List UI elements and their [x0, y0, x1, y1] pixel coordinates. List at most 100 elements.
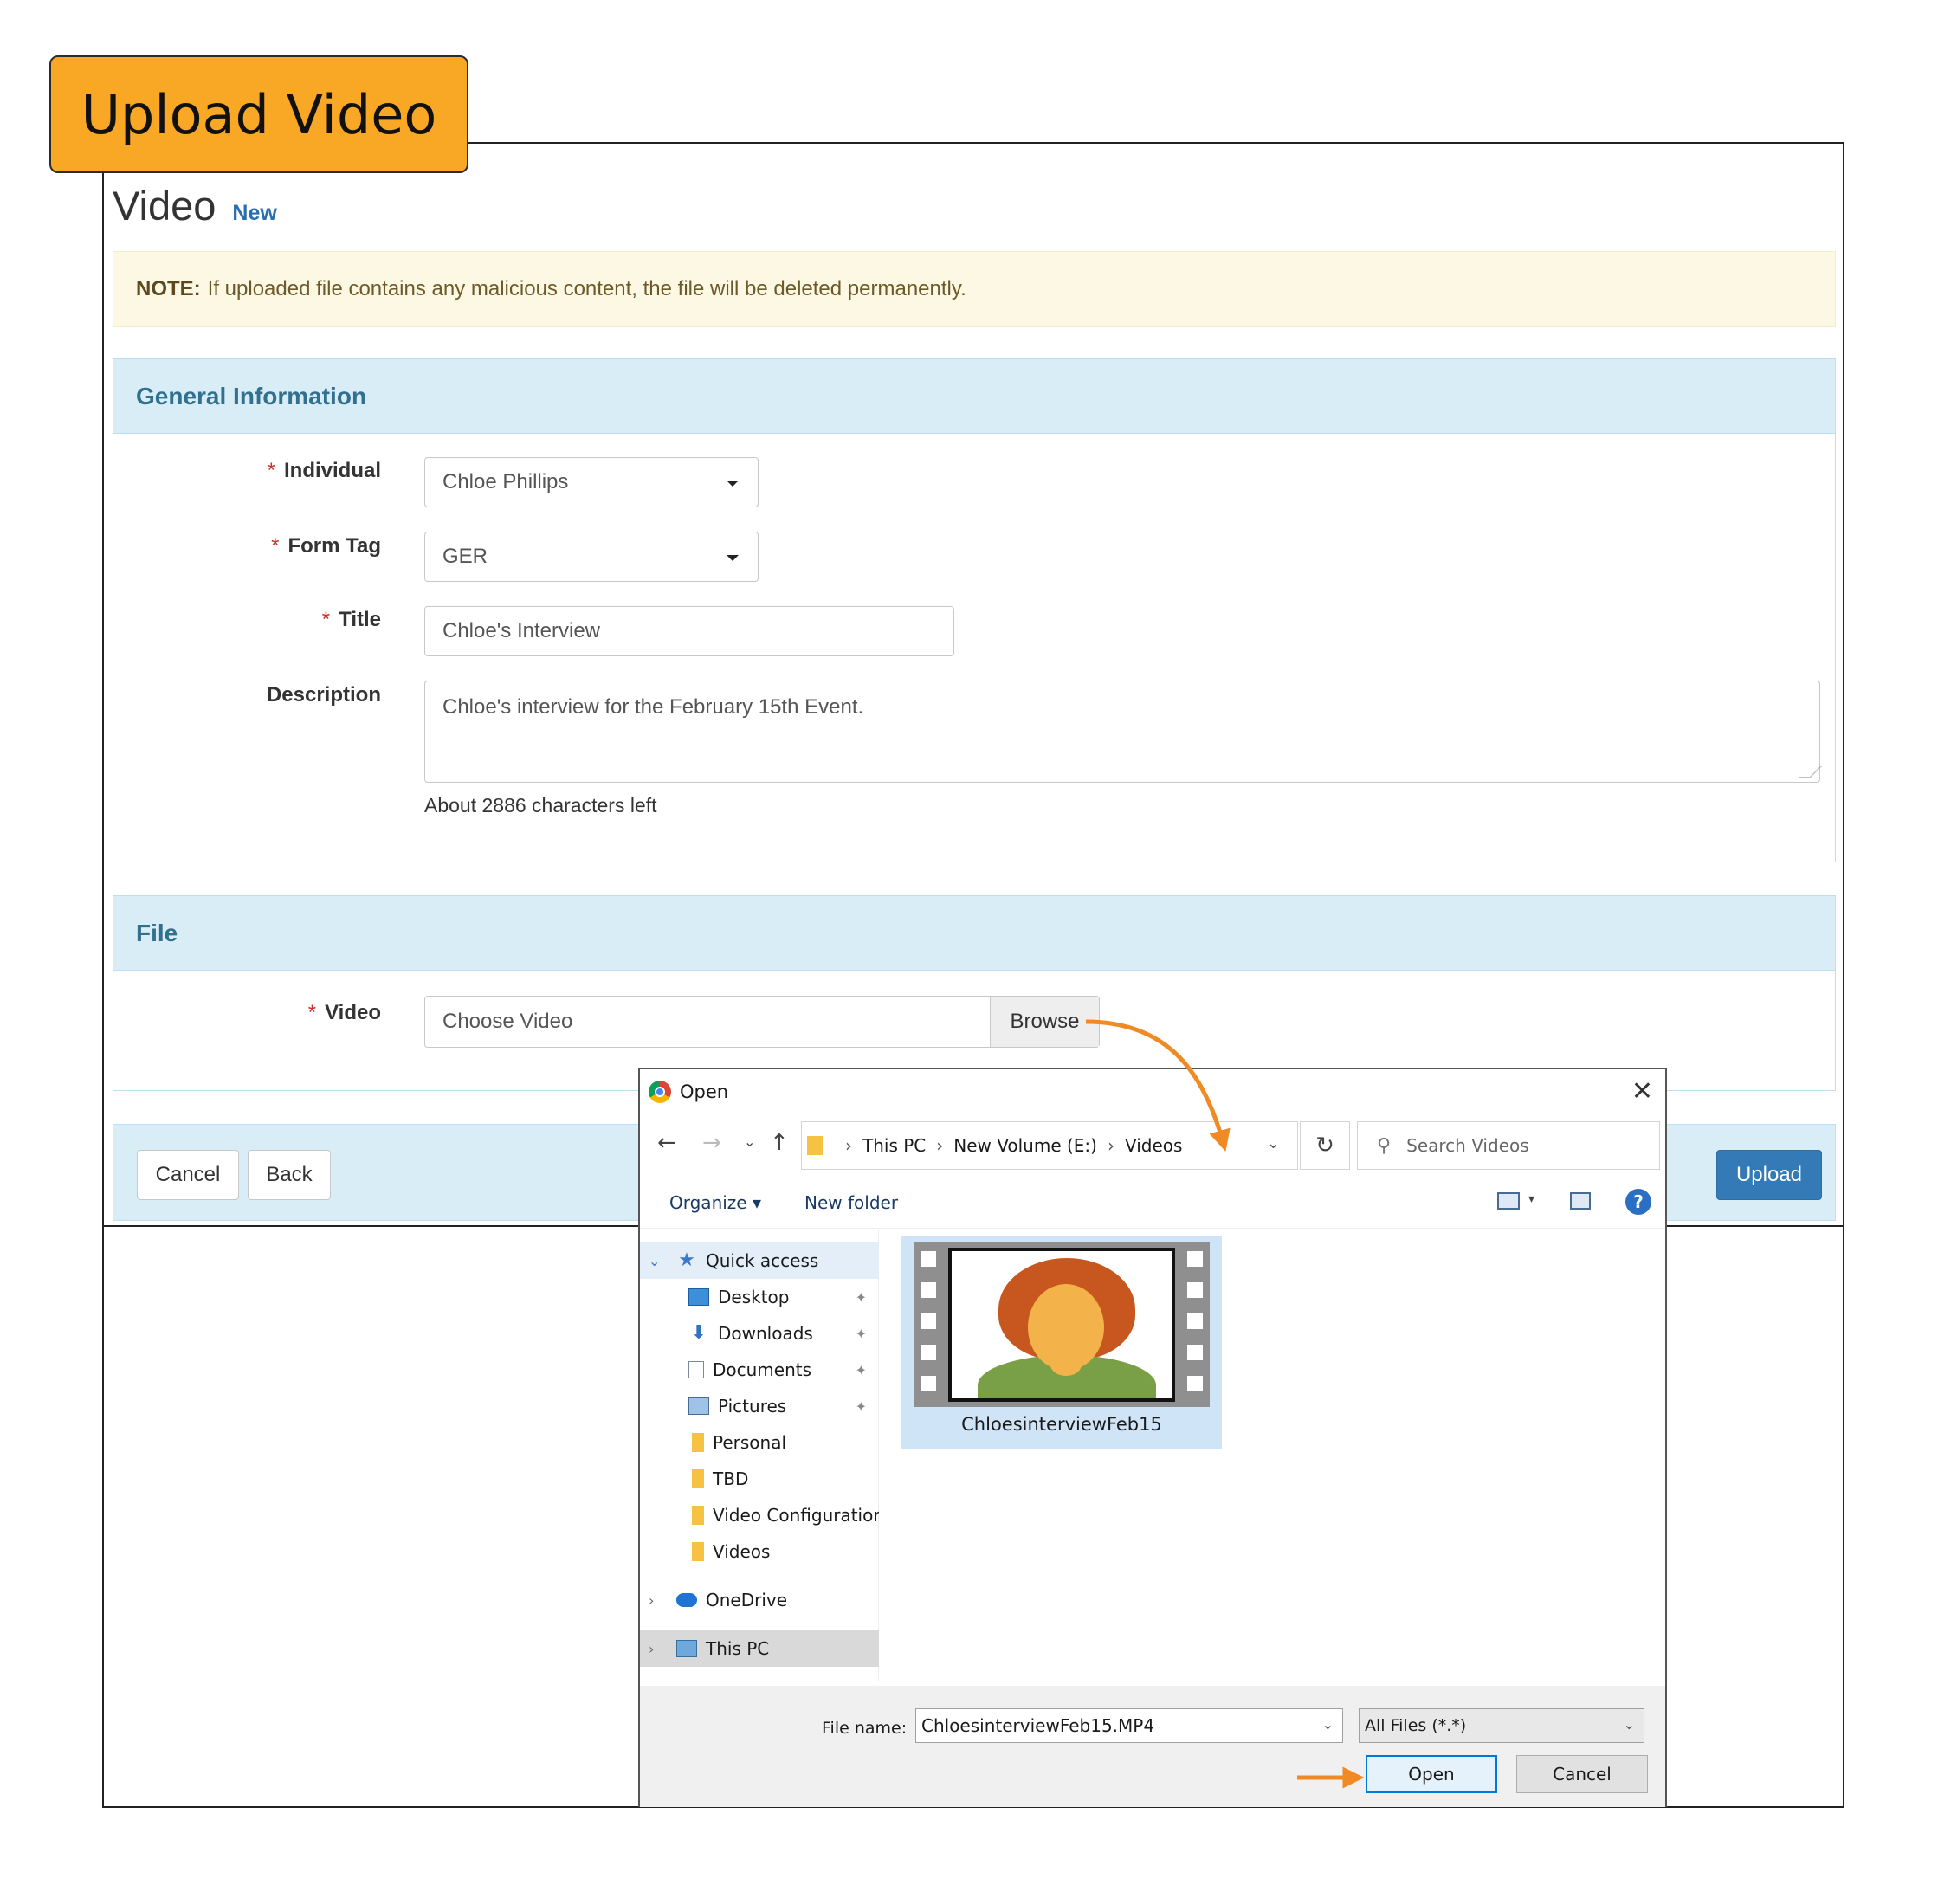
browse-button[interactable]: Browse: [990, 997, 1099, 1047]
video-file-item[interactable]: ChloesinterviewFeb15: [901, 1236, 1222, 1449]
new-folder-button[interactable]: New folder: [804, 1192, 898, 1213]
sidebar-item-quick-access[interactable]: ⌄ ★ Quick access: [640, 1242, 879, 1279]
sidebar-item-documents[interactable]: Documents ✦: [640, 1352, 879, 1388]
folder-icon: [692, 1469, 704, 1488]
pictures-icon: [688, 1397, 709, 1415]
required-mark: *: [271, 534, 280, 558]
description-label-text: Description: [266, 683, 381, 707]
sidebar-item-tbd[interactable]: TBD: [640, 1461, 879, 1497]
individual-select[interactable]: Chloe Phillips: [424, 457, 759, 507]
address-bar[interactable]: › This PC › New Volume (E:) › Videos ⌄: [801, 1121, 1298, 1170]
chevron-down-icon[interactable]: ⌄: [1267, 1134, 1280, 1152]
open-button[interactable]: Open: [1366, 1755, 1497, 1793]
chevron-down-icon[interactable]: ⌄: [1322, 1716, 1334, 1733]
video-thumbnail: [914, 1242, 1210, 1407]
back-button[interactable]: Back: [248, 1150, 331, 1200]
individual-label-text: Individual: [283, 459, 381, 482]
title-label-text: Title: [339, 608, 381, 631]
chevron-down-icon: ⌄: [1623, 1716, 1635, 1733]
sidebar-item-personal[interactable]: Personal: [640, 1424, 879, 1461]
panel-heading: General Information: [113, 359, 1835, 434]
form-tag-label: * Form Tag: [116, 534, 381, 558]
pin-icon: ✦: [855, 1397, 867, 1415]
view-options-icon[interactable]: ▾: [1528, 1192, 1534, 1206]
close-icon[interactable]: ✕: [1631, 1076, 1653, 1107]
dialog-bottom-bar: File name: ChloesinterviewFeb15.MP4 ⌄ Al…: [640, 1686, 1665, 1807]
screenshot-stage: Upload Video Video New NOTE: If uploaded…: [0, 0, 1938, 1904]
refresh-icon[interactable]: ↻: [1300, 1121, 1350, 1170]
chevron-right-icon: ›: [845, 1135, 852, 1156]
film-sprocket: [1187, 1313, 1203, 1329]
callout-label: Upload Video: [81, 82, 437, 146]
search-videos-input[interactable]: ⚲ Search Videos: [1357, 1121, 1660, 1170]
title-value: Chloe's Interview: [443, 619, 600, 642]
pin-icon: ✦: [855, 1361, 867, 1378]
cancel-button[interactable]: Cancel: [137, 1150, 239, 1200]
recent-locations-icon[interactable]: ⌄: [744, 1133, 755, 1150]
breadcrumb-this-pc[interactable]: This PC: [862, 1135, 926, 1156]
open-file-dialog: Open ✕ ← → ⌄ ↑ › This PC › New Volume (E…: [638, 1068, 1667, 1807]
note-text: If uploaded file contains any malicious …: [207, 277, 966, 300]
sidebar-item-onedrive[interactable]: › OneDrive: [640, 1582, 879, 1618]
forward-arrow-icon[interactable]: →: [702, 1130, 721, 1156]
sidebar-item-label: Videos: [713, 1541, 771, 1562]
dialog-toolbar: Organize ▾ New folder ▾ ?: [640, 1178, 1665, 1229]
organize-menu[interactable]: Organize ▾: [669, 1192, 761, 1213]
sidebar-item-label: OneDrive: [706, 1590, 788, 1610]
folder-icon: [692, 1506, 704, 1525]
preview-pane-icon[interactable]: [1570, 1192, 1591, 1210]
sidebar-item-videos[interactable]: Videos: [640, 1533, 879, 1570]
chevron-down-icon[interactable]: ⌄: [649, 1253, 660, 1269]
film-sprocket: [921, 1376, 936, 1391]
page-title-text: Video: [113, 183, 216, 229]
desktop-icon: [688, 1288, 709, 1306]
film-sprocket: [1187, 1251, 1203, 1267]
resize-handle-icon[interactable]: [1798, 766, 1822, 778]
dialog-title: Open: [680, 1081, 729, 1102]
individual-label: * Individual: [116, 459, 381, 483]
dialog-cancel-button[interactable]: Cancel: [1516, 1755, 1648, 1793]
film-sprocket: [921, 1313, 936, 1329]
sidebar-item-label: Pictures: [718, 1396, 787, 1417]
upload-button[interactable]: Upload: [1716, 1150, 1822, 1200]
description-label: Description: [116, 683, 381, 707]
file-type-select[interactable]: All Files (*.*) ⌄: [1359, 1708, 1644, 1743]
breadcrumb-new-volume[interactable]: New Volume (E:): [953, 1135, 1097, 1156]
chevron-right-icon[interactable]: ›: [649, 1641, 654, 1657]
sidebar-item-desktop[interactable]: Desktop ✦: [640, 1279, 879, 1315]
title-input[interactable]: Chloe's Interview: [424, 606, 954, 656]
sidebar-item-label: Downloads: [718, 1323, 813, 1344]
chevron-right-icon[interactable]: ›: [649, 1592, 654, 1609]
sidebar-item-pictures[interactable]: Pictures ✦: [640, 1388, 879, 1424]
sidebar-item-label: Quick access: [706, 1250, 819, 1271]
file-type-value: All Files (*.*): [1365, 1716, 1467, 1735]
face-shape: [1028, 1284, 1104, 1371]
sidebar-item-label: Personal: [713, 1432, 787, 1453]
chevron-right-icon: ›: [1107, 1135, 1114, 1156]
form-tag-select[interactable]: GER: [424, 532, 759, 582]
sidebar-item-label: This PC: [706, 1638, 770, 1659]
sidebar-item-label: Desktop: [718, 1287, 790, 1307]
file-name-input[interactable]: ChloesinterviewFeb15.MP4 ⌄: [915, 1708, 1343, 1743]
sidebar-item-downloads[interactable]: ⬇ Downloads ✦: [640, 1315, 879, 1352]
help-icon[interactable]: ?: [1625, 1189, 1651, 1215]
documents-icon: [688, 1361, 704, 1378]
video-file-input[interactable]: Choose Video Browse: [424, 996, 1100, 1048]
new-badge: New: [232, 201, 277, 225]
required-mark: *: [307, 1001, 317, 1024]
sidebar-item-this-pc[interactable]: › This PC: [640, 1630, 879, 1667]
back-arrow-icon[interactable]: ←: [657, 1130, 676, 1156]
form-tag-label-text: Form Tag: [287, 534, 381, 558]
sidebar-item-video-configuration[interactable]: Video Configuratior: [640, 1497, 879, 1533]
breadcrumb-videos[interactable]: Videos: [1125, 1135, 1182, 1156]
change-view-icon[interactable]: [1497, 1192, 1520, 1210]
search-icon: ⚲: [1377, 1134, 1392, 1157]
computer-icon: [676, 1640, 697, 1657]
form-tag-value: GER: [443, 545, 488, 568]
description-value: Chloe's interview for the February 15th …: [443, 695, 864, 719]
description-textarea[interactable]: Chloe's interview for the February 15th …: [424, 681, 1822, 783]
film-sprocket: [921, 1251, 936, 1267]
video-label: * Video: [116, 1001, 381, 1025]
up-arrow-icon[interactable]: ↑: [770, 1130, 789, 1156]
file-name-label: File name:: [822, 1719, 908, 1738]
